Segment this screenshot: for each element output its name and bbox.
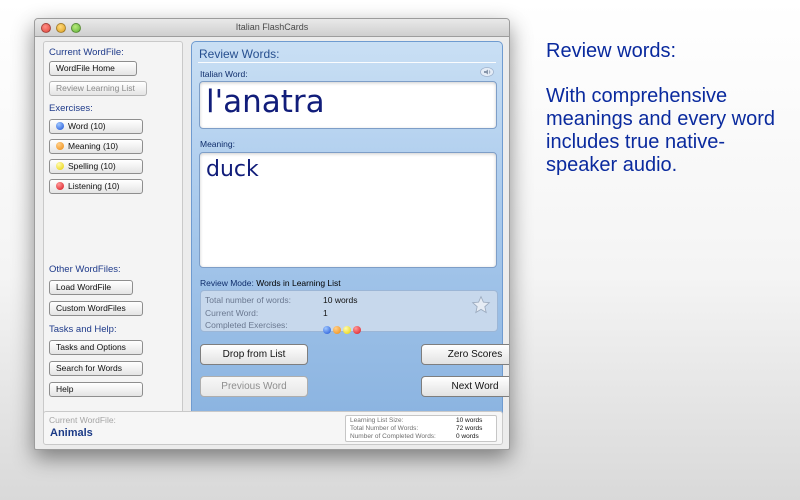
current-wordfile-heading: Current WordFile: (49, 47, 124, 58)
tasks-help-heading: Tasks and Help: (49, 324, 117, 335)
load-wordfile-button[interactable]: Load WordFile (49, 280, 133, 295)
previous-word-button[interactable]: Previous Word (200, 376, 308, 397)
other-wordfiles-heading: Other WordFiles: (49, 264, 121, 275)
status-current-wordfile-label: Current WordFile: (49, 415, 116, 425)
help-button[interactable]: Help (49, 382, 143, 397)
orange-dot-icon (56, 142, 64, 150)
italian-word-card: l'anatra (199, 81, 497, 129)
italian-word-label: Italian Word: (200, 69, 248, 79)
drop-from-list-button[interactable]: Drop from List (200, 344, 308, 365)
search-words-button[interactable]: Search for Words (49, 361, 143, 376)
learning-list-size-label: Learning List Size: (350, 417, 404, 424)
exercise-spelling-label: Spelling (10) (68, 161, 116, 171)
exercises-heading: Exercises: (49, 103, 93, 114)
learning-list-size-value: 10 words (456, 417, 483, 424)
exercise-listening-label: Listening (10) (68, 181, 120, 191)
status-bar: Current WordFile: Animals Learning List … (43, 411, 503, 445)
meaning-label: Meaning: (200, 139, 235, 149)
red-dot-icon (353, 326, 361, 334)
wordfile-home-button[interactable]: WordFile Home (49, 61, 137, 76)
sidebar: Current WordFile: WordFile Home Review L… (43, 41, 183, 425)
total-words-value: 10 words (323, 295, 358, 305)
review-learning-list-button[interactable]: Review Learning List (49, 81, 147, 96)
blue-dot-icon (323, 326, 331, 334)
exercise-word-label: Word (10) (68, 121, 106, 131)
review-title: Review Words: (199, 47, 280, 61)
zero-scores-button[interactable]: Zero Scores (421, 344, 509, 365)
stats-box: Total number of words: 10 words Current … (200, 290, 498, 334)
orange-dot-icon (333, 326, 341, 334)
title-bar: Italian FlashCards (35, 19, 509, 37)
current-word-value: 1 (323, 308, 328, 318)
total-words-status-value: 72 words (456, 425, 483, 432)
current-word-label: Current Word: (205, 308, 259, 318)
review-panel: Review Words: Italian Word: l'anatra Mea… (191, 41, 509, 425)
completed-words-label: Number of Completed Words: (350, 433, 436, 440)
yellow-dot-icon (343, 326, 351, 334)
total-words-status-label: Total Number of Words: (350, 425, 419, 432)
marketing-caption: Review words: With comprehensive meaning… (546, 40, 786, 177)
red-dot-icon (56, 182, 64, 190)
completed-exercises-label: Completed Exercises: (205, 320, 288, 330)
marketing-body: With comprehensive meanings and every wo… (546, 85, 776, 176)
speaker-icon[interactable] (480, 67, 494, 77)
blue-dot-icon (56, 122, 64, 130)
status-current-wordfile: Animals (50, 427, 93, 439)
exercise-word-button[interactable]: Word (10) (49, 119, 143, 134)
title-divider (198, 62, 496, 63)
window-title: Italian FlashCards (235, 22, 309, 32)
exercise-spelling-button[interactable]: Spelling (10) (49, 159, 143, 174)
meaning-card: duck (199, 152, 497, 268)
completed-exercises-dots (323, 320, 363, 338)
next-word-button[interactable]: Next Word (421, 376, 509, 397)
yellow-dot-icon (56, 162, 64, 170)
completed-words-value: 0 words (456, 433, 479, 440)
review-mode-value: Words in Learning List (256, 278, 341, 288)
exercise-meaning-label: Meaning (10) (68, 141, 119, 151)
tasks-options-button[interactable]: Tasks and Options (49, 340, 143, 355)
marketing-title: Review words: (546, 40, 677, 62)
wordfile-stats-box: Learning List Size: 10 words Total Numbe… (345, 415, 497, 442)
custom-wordfiles-button[interactable]: Custom WordFiles (49, 301, 143, 316)
total-words-label: Total number of words: (205, 295, 291, 305)
review-mode: Review Mode: Words in Learning List (200, 278, 341, 288)
star-icon[interactable] (471, 295, 491, 315)
review-mode-label: Review Mode: (200, 278, 254, 288)
exercise-listening-button[interactable]: Listening (10) (49, 179, 143, 194)
app-window: Italian FlashCards Current WordFile: Wor… (34, 18, 510, 450)
exercise-meaning-button[interactable]: Meaning (10) (49, 139, 143, 154)
